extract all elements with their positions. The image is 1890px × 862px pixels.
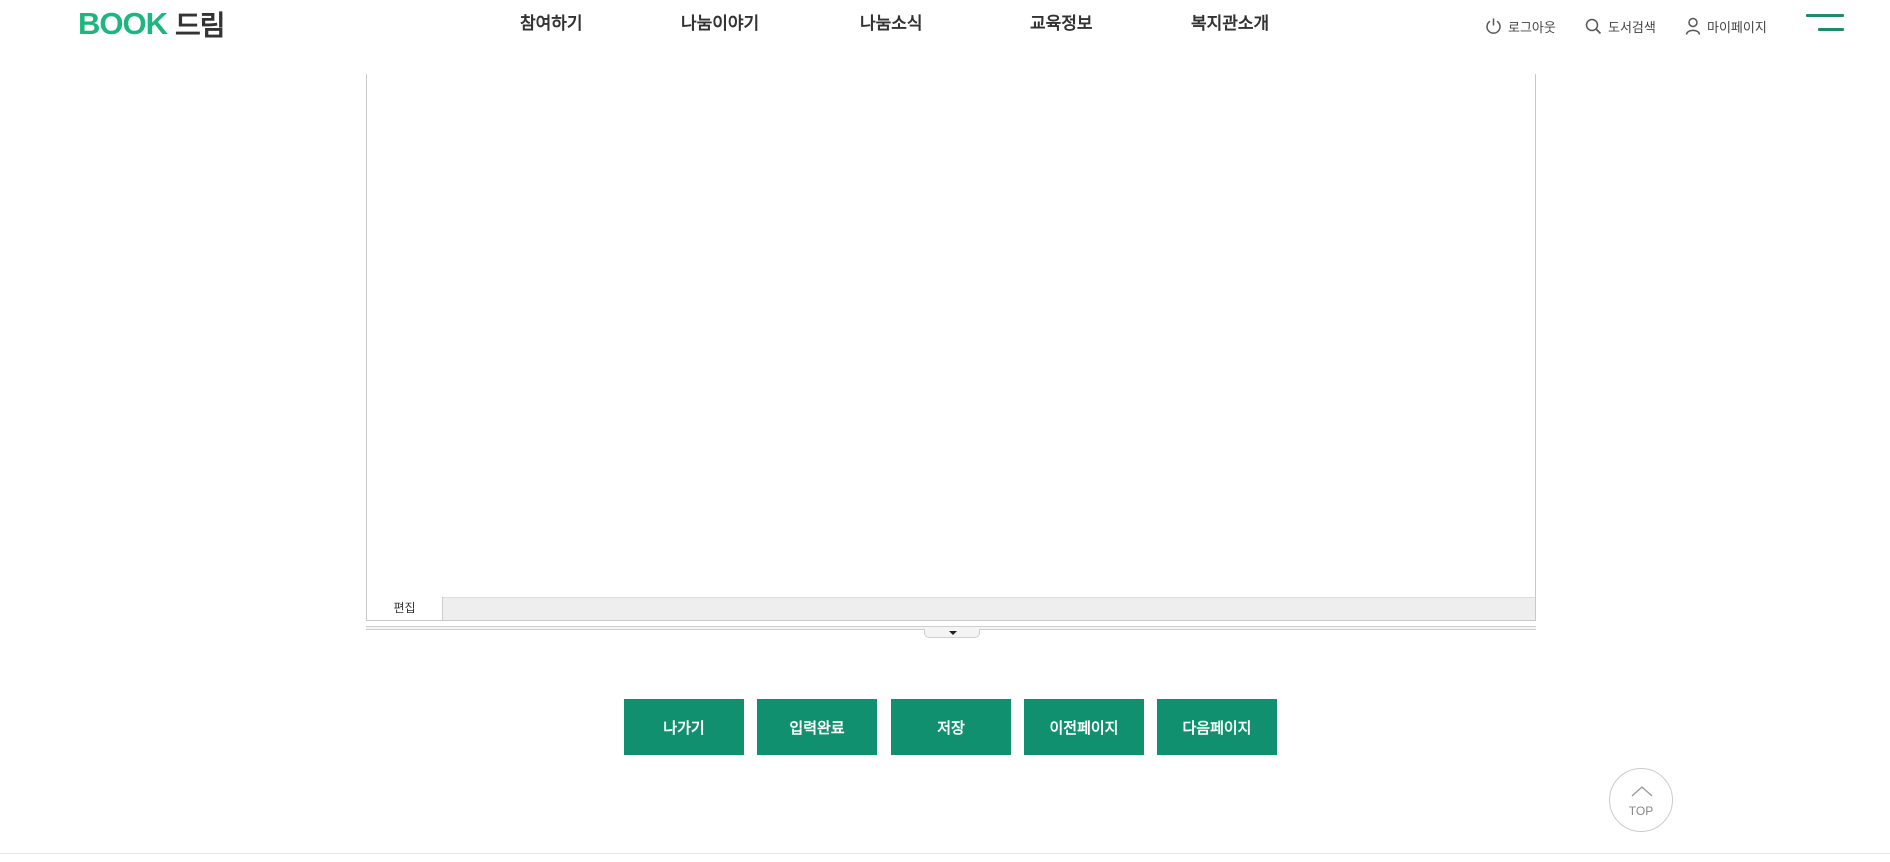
editor-mode-bar: 편집 [367, 597, 1535, 620]
page: BOOK 드림 참여하기 나눔이야기 나눔소식 교육정보 복지관소개 로그아웃 [0, 0, 1890, 862]
footer-divider [0, 853, 1890, 854]
logo-text-en: BOOK [78, 6, 168, 41]
mypage-label: 마이페이지 [1707, 20, 1767, 36]
hamburger-menu-icon[interactable] [1806, 13, 1844, 35]
save-button[interactable]: 저장 [891, 699, 1011, 755]
rich-text-editor: 편집 [366, 74, 1536, 621]
next-page-button[interactable]: 다음페이지 [1157, 699, 1277, 755]
editor-content-area[interactable] [367, 74, 1535, 598]
nav-item-sharing-story[interactable]: 나눔이야기 [681, 9, 759, 34]
logo-text-ko: 드림 [175, 10, 226, 41]
nav-item-about[interactable]: 복지관소개 [1191, 9, 1269, 34]
user-icon [1685, 17, 1701, 35]
top-label: TOP [1628, 804, 1654, 818]
book-search-label: 도서검색 [1608, 20, 1656, 36]
exit-button[interactable]: 나가기 [624, 699, 744, 755]
site-header: BOOK 드림 참여하기 나눔이야기 나눔소식 교육정보 복지관소개 로그아웃 [0, 0, 1890, 56]
search-icon [1585, 18, 1602, 35]
caret-down-icon[interactable] [924, 629, 980, 638]
mypage-link[interactable]: 마이페이지 [1685, 14, 1767, 38]
nav-item-participate[interactable]: 참여하기 [520, 9, 583, 34]
site-logo[interactable]: BOOK 드림 [78, 4, 226, 44]
complete-button[interactable]: 입력완료 [757, 699, 877, 755]
logout-link[interactable]: 로그아웃 [1485, 14, 1556, 38]
chevron-up-icon [1631, 786, 1653, 797]
book-search-link[interactable]: 도서검색 [1585, 14, 1656, 38]
scroll-to-top-button[interactable]: TOP [1609, 768, 1673, 832]
power-icon [1485, 17, 1502, 35]
nav-item-sharing-news[interactable]: 나눔소식 [860, 9, 923, 34]
logout-label: 로그아웃 [1508, 20, 1556, 36]
nav-item-education[interactable]: 교육정보 [1030, 9, 1093, 34]
editor-mode-tab-edit[interactable]: 편집 [367, 597, 443, 620]
previous-page-button[interactable]: 이전페이지 [1024, 699, 1144, 755]
